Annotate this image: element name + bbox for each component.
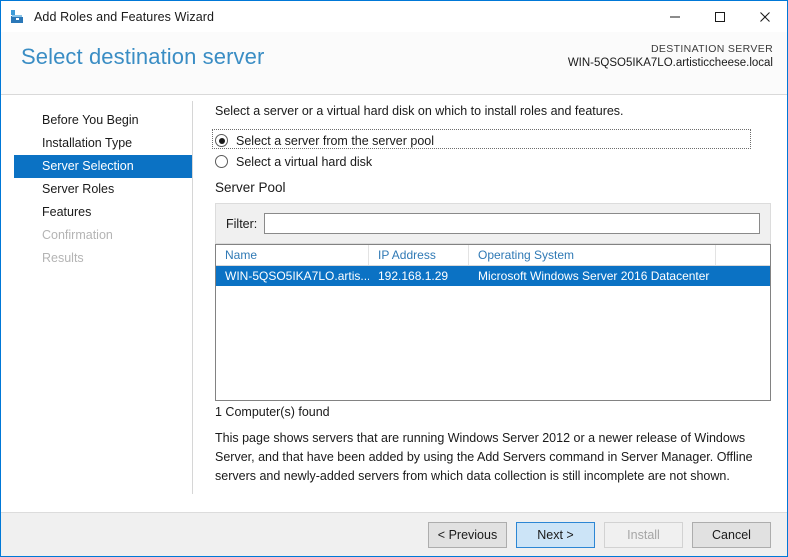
server-pool-list[interactable]: Name IP Address Operating System WIN-5QS… [215, 244, 771, 401]
wizard-steps-sidebar: Before You Begin Installation Type Serve… [1, 95, 193, 512]
cell-operating-system: Microsoft Windows Server 2016 Datacenter [469, 266, 716, 286]
table-header-row: Name IP Address Operating System [216, 244, 770, 266]
intro-text: Select a server or a virtual hard disk o… [215, 104, 624, 118]
radio-button-icon[interactable] [215, 155, 228, 168]
previous-button[interactable]: < Previous [428, 522, 507, 548]
radio-select-server-from-pool-label: Select a server from the server pool [236, 134, 434, 148]
window-title: Add Roles and Features Wizard [34, 10, 214, 24]
column-header-operating-system[interactable]: Operating System [469, 245, 716, 265]
server-pool-note: This page shows servers that are running… [215, 429, 775, 486]
server-pool-heading: Server Pool [215, 180, 286, 195]
radio-button-icon[interactable] [215, 134, 228, 147]
cell-name: WIN-5QSO5IKA7LO.artis... [216, 266, 369, 286]
wizard-body: Before You Begin Installation Type Serve… [1, 95, 787, 512]
destination-server-info: DESTINATION SERVER WIN-5QSO5IKA7LO.artis… [568, 42, 773, 72]
close-icon[interactable] [742, 1, 787, 32]
wizard-content: Select a server or a virtual hard disk o… [193, 95, 787, 512]
destination-server-value: WIN-5QSO5IKA7LO.artisticcheese.local [568, 56, 773, 72]
wizard-toolbox-icon [10, 9, 26, 25]
cancel-button[interactable]: Cancel [692, 522, 771, 548]
cell-ip-address: 192.168.1.29 [369, 266, 469, 286]
radio-select-server-from-pool[interactable]: Select a server from the server pool [215, 131, 434, 150]
sidebar-item-confirmation: Confirmation [14, 224, 193, 247]
sidebar-item-features[interactable]: Features [14, 201, 193, 224]
column-header-ip-address[interactable]: IP Address [369, 245, 469, 265]
title-bar: Add Roles and Features Wizard [1, 1, 787, 32]
filter-panel: Filter: [215, 203, 771, 244]
computers-found-text: 1 Computer(s) found [215, 405, 330, 419]
maximize-icon[interactable] [697, 1, 742, 32]
destination-server-label: DESTINATION SERVER [568, 42, 773, 56]
window-controls [652, 1, 787, 32]
next-button[interactable]: Next > [516, 522, 595, 548]
wizard-footer: < Previous Next > Install Cancel [1, 512, 787, 556]
radio-select-virtual-hard-disk[interactable]: Select a virtual hard disk [215, 152, 372, 171]
sidebar-item-server-selection[interactable]: Server Selection [14, 155, 193, 178]
filter-input[interactable] [264, 213, 760, 234]
install-button: Install [604, 522, 683, 548]
sidebar-item-results: Results [14, 247, 193, 270]
sidebar-item-server-roles[interactable]: Server Roles [14, 178, 193, 201]
column-header-empty[interactable] [716, 245, 770, 265]
sidebar-item-before-you-begin[interactable]: Before You Begin [14, 109, 193, 132]
sidebar-item-installation-type[interactable]: Installation Type [14, 132, 193, 155]
page-title: Select destination server [21, 44, 264, 70]
filter-label: Filter: [226, 217, 257, 231]
wizard-window: Add Roles and Features Wizard Select des… [0, 0, 788, 557]
radio-select-virtual-hard-disk-label: Select a virtual hard disk [236, 155, 372, 169]
minimize-icon[interactable] [652, 1, 697, 32]
table-row[interactable]: WIN-5QSO5IKA7LO.artis... 192.168.1.29 Mi… [216, 266, 770, 286]
column-header-name[interactable]: Name [216, 245, 369, 265]
page-header: Select destination server DESTINATION SE… [1, 32, 787, 95]
